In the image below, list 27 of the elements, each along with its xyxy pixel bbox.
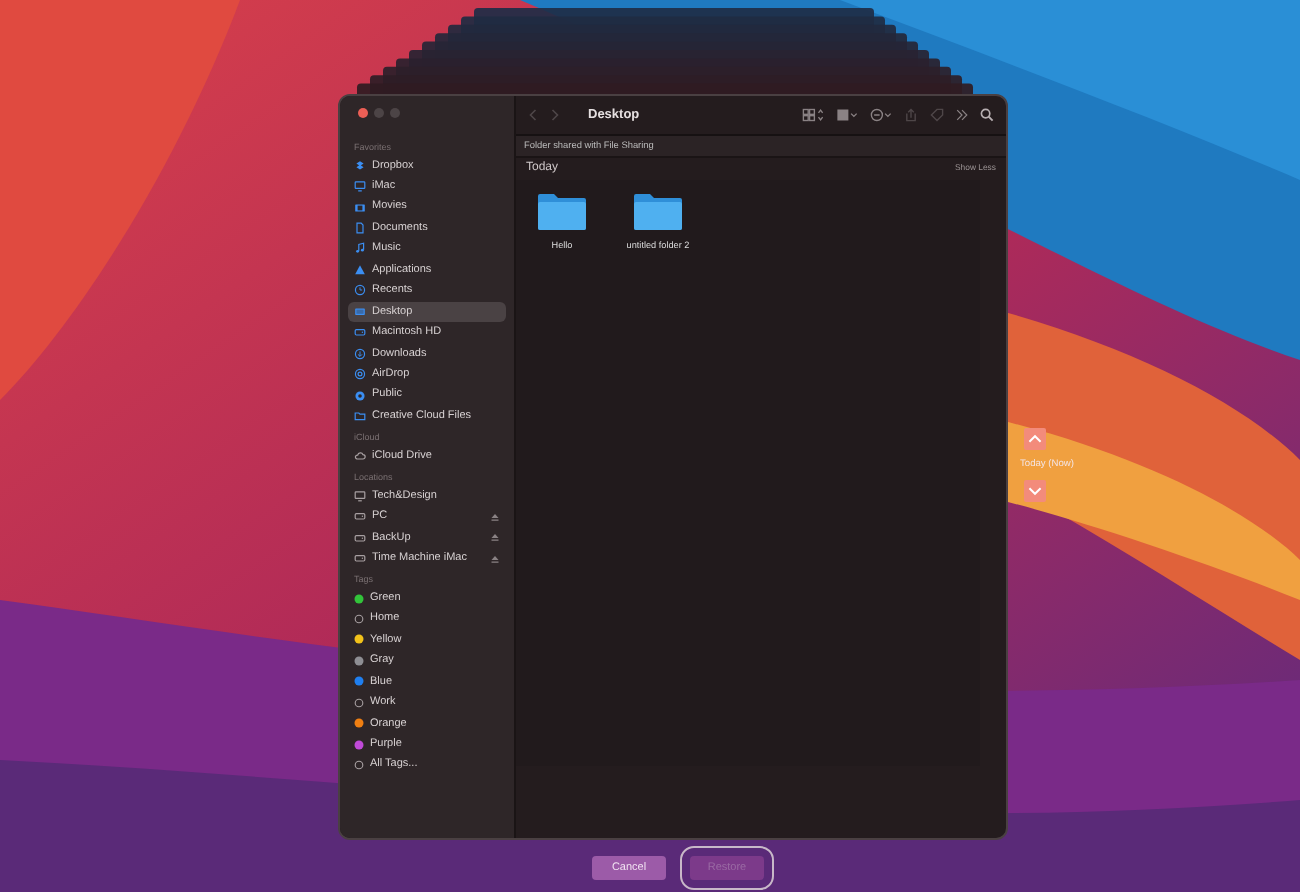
down-chevron-icon [1028,486,1042,497]
folder-icon[interactable] [634,192,682,230]
monitor-icon [354,489,366,502]
grid-view-icon[interactable] [802,108,824,122]
tag-ring-icon [354,697,364,708]
airdrop-icon [354,368,366,381]
up-chevron-icon [1028,434,1042,444]
public-folder-icon [354,389,366,402]
download-icon [354,347,366,360]
group-icon[interactable] [836,108,858,122]
search-icon[interactable] [980,108,994,122]
close-button[interactable] [358,108,368,118]
apps-icon [354,263,366,276]
box-icon [354,159,366,172]
monitor-icon [354,180,366,193]
clock-icon [354,284,366,297]
more-chevrons-icon[interactable] [956,108,968,122]
cloud-icon [354,449,366,462]
music-note-icon [354,242,366,255]
folder-icon [354,409,366,422]
tag-ring-icon [354,760,364,771]
monitor-icon [354,305,366,318]
folder-icon[interactable] [538,192,586,230]
film-icon [354,201,366,214]
tag-ring-icon [354,614,364,625]
action-menu-icon[interactable] [870,108,892,122]
document-icon [354,222,366,235]
